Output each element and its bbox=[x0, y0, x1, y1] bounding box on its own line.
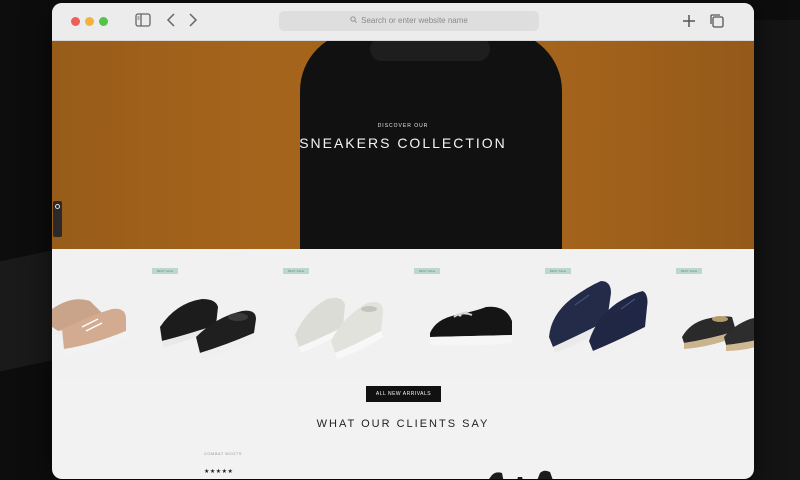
product-image bbox=[430, 306, 512, 346]
sidebar-icon[interactable] bbox=[134, 13, 152, 31]
address-bar[interactable]: Search or enter website name bbox=[279, 11, 539, 31]
hero-title: SNEAKERS COLLECTION bbox=[299, 135, 507, 151]
product-image bbox=[160, 299, 256, 359]
browser-window: Search or enter website name DISCOVER OU… bbox=[52, 3, 754, 479]
product-image bbox=[549, 281, 648, 357]
comments-side-tab[interactable] bbox=[53, 201, 62, 237]
new-tab-icon[interactable] bbox=[680, 13, 698, 31]
minimize-window-button[interactable] bbox=[85, 17, 94, 26]
product-carousel: BEST SALE BEST SALE BEST SALE BEST SALE … bbox=[52, 249, 754, 379]
all-new-arrivals-button[interactable]: ALL NEW ARRIVALS bbox=[366, 386, 441, 402]
product-card[interactable]: BEST SALE bbox=[676, 249, 754, 379]
background-dark-panel bbox=[752, 20, 800, 480]
boot-image bbox=[489, 470, 553, 479]
product-card[interactable]: BEST SALE bbox=[152, 249, 262, 379]
product-image bbox=[682, 316, 754, 351]
back-icon[interactable] bbox=[164, 13, 178, 31]
comment-icon bbox=[55, 204, 60, 209]
search-icon bbox=[350, 11, 358, 31]
hero-kicker: DISCOVER OUR bbox=[377, 123, 429, 129]
rating-stars: ★★★★★ bbox=[204, 469, 234, 475]
product-card[interactable]: BEST SALE bbox=[545, 249, 655, 379]
best-sale-badge: BEST SALE bbox=[676, 268, 702, 274]
review-product-label: COMBAT BOOTS bbox=[204, 451, 242, 456]
product-card[interactable]: BEST SALE bbox=[414, 249, 524, 379]
background-desk-shape bbox=[0, 248, 60, 372]
best-sale-badge: BEST SALE bbox=[545, 268, 571, 274]
forward-icon[interactable] bbox=[186, 13, 200, 31]
testimonials-heading: WHAT OUR CLIENTS SAY bbox=[316, 418, 490, 430]
hero-banner: DISCOVER OUR SNEAKERS COLLECTION bbox=[52, 41, 754, 249]
product-image bbox=[295, 297, 383, 359]
product-card[interactable]: BEST SALE bbox=[283, 249, 393, 379]
best-sale-badge: BEST SALE bbox=[152, 268, 178, 274]
address-placeholder: Search or enter website name bbox=[361, 16, 468, 25]
best-sale-badge: BEST SALE bbox=[414, 268, 440, 274]
product-image bbox=[52, 299, 127, 355]
product-card[interactable] bbox=[52, 249, 132, 379]
tabs-overview-icon[interactable] bbox=[708, 13, 726, 31]
best-sale-badge: BEST SALE bbox=[283, 268, 309, 274]
close-window-button[interactable] bbox=[71, 17, 80, 26]
maximize-window-button[interactable] bbox=[99, 17, 108, 26]
browser-toolbar: Search or enter website name bbox=[52, 3, 754, 41]
